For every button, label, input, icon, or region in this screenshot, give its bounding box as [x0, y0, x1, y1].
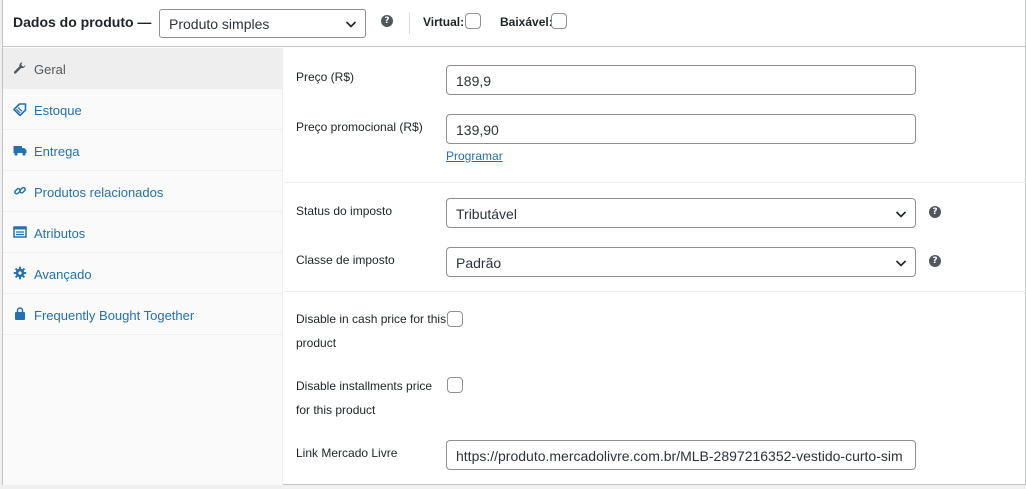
gear-icon	[13, 266, 27, 280]
divider	[284, 182, 1026, 183]
divider	[284, 291, 1026, 292]
disable-cash-price-label: Disable in cash price for this	[296, 312, 447, 326]
tab-inventory[interactable]: Estoque	[3, 89, 283, 130]
tax-status-value: Tributável	[456, 206, 517, 222]
product-type-select[interactable]: Produto simples	[159, 9, 366, 38]
disable-installments-label: Disable installments price	[296, 379, 433, 393]
tab-advanced[interactable]: Avançado	[3, 253, 283, 294]
mercado-livre-link-input[interactable]: https://produto.mercadolivre.com.br/MLB-…	[446, 440, 916, 470]
virtual-checkbox[interactable]	[465, 13, 481, 29]
chevron-down-icon	[895, 260, 907, 267]
tab-frequently-bought-together[interactable]: Frequently Bought Together	[3, 294, 283, 335]
chevron-down-icon	[895, 211, 907, 218]
price-input[interactable]: 189,9	[446, 65, 916, 95]
truck-icon	[13, 146, 27, 156]
bag-icon	[15, 307, 25, 320]
sale-price-label: Preço promocional (R$)	[296, 120, 423, 134]
disable-installments-label-line2: for this product	[296, 403, 376, 417]
virtual-label: Virtual:	[423, 15, 465, 29]
downloadable-label: Baixável:	[500, 15, 553, 29]
product-type-value: Produto simples	[169, 16, 270, 32]
tab-shipping[interactable]: Entrega	[3, 130, 283, 171]
schedule-link[interactable]: Programar	[446, 149, 503, 163]
product-data-tabs: Geral Estoque Entrega Produtos relaciona…	[3, 48, 283, 485]
downloadable-checkbox[interactable]	[551, 13, 567, 29]
tax-class-label: Classe de imposto	[296, 253, 395, 267]
help-icon[interactable]: ?	[381, 15, 393, 27]
mercado-livre-link-label: Link Mercado Livre	[296, 446, 398, 460]
tab-shipping-label: Entrega	[34, 144, 80, 159]
link-icon	[14, 186, 26, 195]
disable-installments-checkbox[interactable]	[447, 377, 463, 393]
divider	[409, 12, 410, 34]
tab-general-label: Geral	[34, 62, 66, 77]
tab-advanced-label: Avançado	[34, 267, 92, 282]
price-label: Preço (R$)	[296, 70, 355, 84]
tab-general[interactable]: Geral	[3, 48, 283, 89]
disable-cash-price-label-line2: product	[296, 336, 337, 350]
tax-status-label: Status do imposto	[296, 204, 393, 218]
sale-price-input[interactable]: 139,90	[446, 114, 916, 144]
product-data-panel: Dados do produto — Produto simples ? Vir…	[2, 0, 1026, 485]
tab-inventory-label: Estoque	[34, 103, 82, 118]
help-icon[interactable]: ?	[929, 206, 941, 218]
tax-class-value: Padrão	[456, 255, 502, 271]
tab-attributes-label: Atributos	[34, 226, 86, 241]
list-icon	[13, 226, 27, 238]
tax-class-select[interactable]: Padrão	[446, 247, 916, 277]
disable-cash-price-checkbox[interactable]	[447, 311, 463, 327]
tax-status-select[interactable]: Tributável	[446, 198, 916, 228]
tab-frequently-bought-together-label: Frequently Bought Together	[34, 308, 195, 323]
help-icon[interactable]: ?	[929, 255, 941, 267]
chevron-down-icon	[345, 21, 357, 28]
tab-linked-products[interactable]: Produtos relacionados	[3, 171, 283, 212]
wrench-icon	[13, 62, 26, 74]
tag-icon	[13, 103, 27, 116]
tab-linked-products-label: Produtos relacionados	[34, 185, 164, 200]
product-data-title: Dados do produto —	[13, 14, 152, 30]
tab-attributes[interactable]: Atributos	[3, 212, 283, 253]
product-data-header: Dados do produto — Produto simples ? Vir…	[3, 0, 1025, 47]
